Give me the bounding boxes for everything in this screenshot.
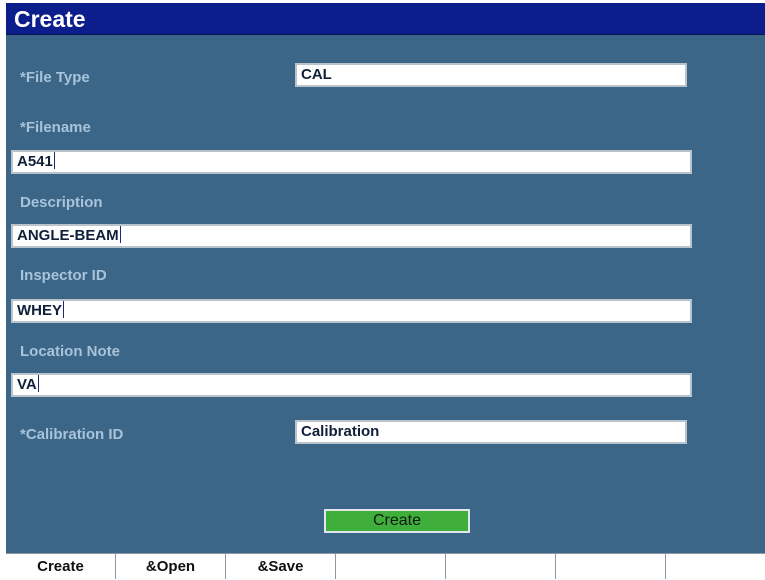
create-form: *File Type CAL *Filename A541 Descriptio… (6, 35, 765, 553)
text-caret (37, 375, 39, 392)
filename-field[interactable]: A541 (11, 150, 692, 174)
filename-value: A541 (17, 153, 53, 170)
location-note-value: VA (17, 376, 37, 393)
text-caret (119, 226, 121, 243)
calibration-id-value: Calibration (301, 423, 380, 440)
calibration-id-field[interactable]: Calibration (295, 420, 687, 444)
create-dialog: Create *File Type CAL *Filename A541 Des… (0, 0, 765, 580)
description-value: ANGLE-BEAM (17, 227, 119, 244)
soft-key-open[interactable]: &Open (116, 554, 226, 579)
create-button[interactable]: Create (324, 509, 470, 533)
inspector-id-field[interactable]: WHEY (11, 299, 692, 323)
title-bar: Create (6, 3, 765, 35)
inspector-id-label: Inspector ID (20, 267, 107, 284)
file-type-label: *File Type (20, 69, 90, 86)
inspector-id-value: WHEY (17, 302, 62, 319)
text-caret (53, 152, 55, 169)
file-type-value: CAL (301, 66, 332, 83)
soft-key-5[interactable] (446, 554, 556, 579)
calibration-id-label: *Calibration ID (20, 426, 124, 443)
description-field[interactable]: ANGLE-BEAM (11, 224, 692, 248)
window-title: Create (14, 6, 86, 32)
description-label: Description (20, 194, 103, 211)
filename-label: *Filename (20, 119, 91, 136)
soft-key-6[interactable] (556, 554, 666, 579)
file-type-field[interactable]: CAL (295, 63, 687, 87)
soft-key-create[interactable]: Create (6, 554, 116, 579)
soft-key-save[interactable]: &Save (226, 554, 336, 579)
location-note-field[interactable]: VA (11, 373, 692, 397)
soft-key-7[interactable] (666, 554, 765, 579)
soft-key-4[interactable] (336, 554, 446, 579)
soft-key-bar: Create &Open &Save (6, 553, 765, 580)
location-note-label: Location Note (20, 343, 120, 360)
text-caret (63, 301, 64, 318)
